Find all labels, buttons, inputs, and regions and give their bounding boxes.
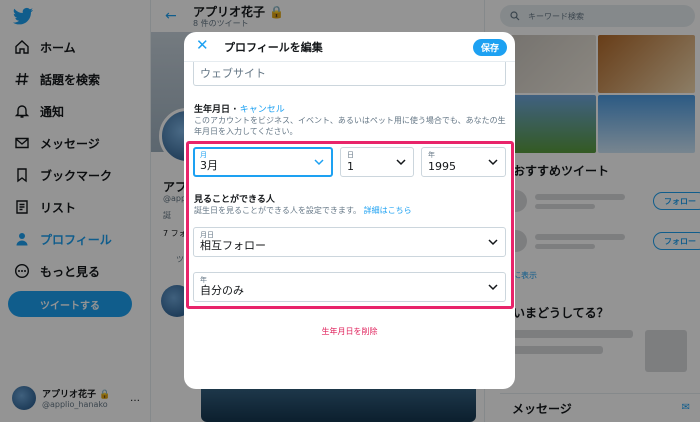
save-button[interactable]: 保存 [473, 39, 507, 56]
monthday-visibility-select[interactable]: 月日 相互フォロー [193, 227, 506, 257]
year-visibility-value: 自分のみ [200, 284, 244, 297]
visibility-text: 誕生日を見ることができる人を設定できます。 [194, 206, 362, 215]
month-select[interactable]: 月 3月 [193, 147, 333, 177]
delete-birthday-button[interactable]: 生年月日を削除 [184, 326, 515, 337]
chevron-down-icon [314, 159, 324, 166]
chevron-down-icon [488, 159, 498, 166]
year-value: 1995 [428, 160, 456, 173]
day-label: 日 [347, 151, 354, 159]
website-field[interactable]: ウェブサイト [193, 62, 506, 86]
visibility-heading: 見ることができる人 [194, 195, 275, 205]
day-select[interactable]: 日 1 [340, 147, 414, 177]
birthday-heading: 生年月日 · キャンセル [194, 102, 285, 115]
chevron-down-icon [488, 239, 498, 246]
birthday-description: このアカウントをビジネス、イベント、あるいはペット用に使う場合でも、あなたの生年… [194, 116, 506, 136]
dialog-title: プロフィールを編集 [224, 41, 323, 54]
year-select[interactable]: 年 1995 [421, 147, 506, 177]
chevron-down-icon [488, 284, 498, 291]
year-label: 年 [428, 151, 435, 159]
birthday-label: 生年月日 [194, 105, 231, 115]
cancel-link[interactable]: キャンセル [240, 105, 285, 115]
chevron-down-icon [396, 159, 406, 166]
dialog-header: ✕ プロフィールを編集 保存 [184, 32, 515, 62]
month-value: 3月 [200, 159, 218, 172]
close-icon[interactable]: ✕ [196, 37, 212, 53]
separator: · [230, 105, 240, 115]
learn-more-link[interactable]: 詳細はこちら [364, 206, 412, 215]
visibility-description: 誕生日を見ることができる人を設定できます。 詳細はこちら [194, 205, 412, 216]
year-visibility-select[interactable]: 年 自分のみ [193, 272, 506, 302]
monthday-visibility-value: 相互フォロー [200, 239, 266, 252]
edit-profile-dialog: ✕ プロフィールを編集 保存 ウェブサイト 生年月日 · キャンセル このアカウ… [184, 32, 515, 389]
day-value: 1 [347, 160, 354, 173]
